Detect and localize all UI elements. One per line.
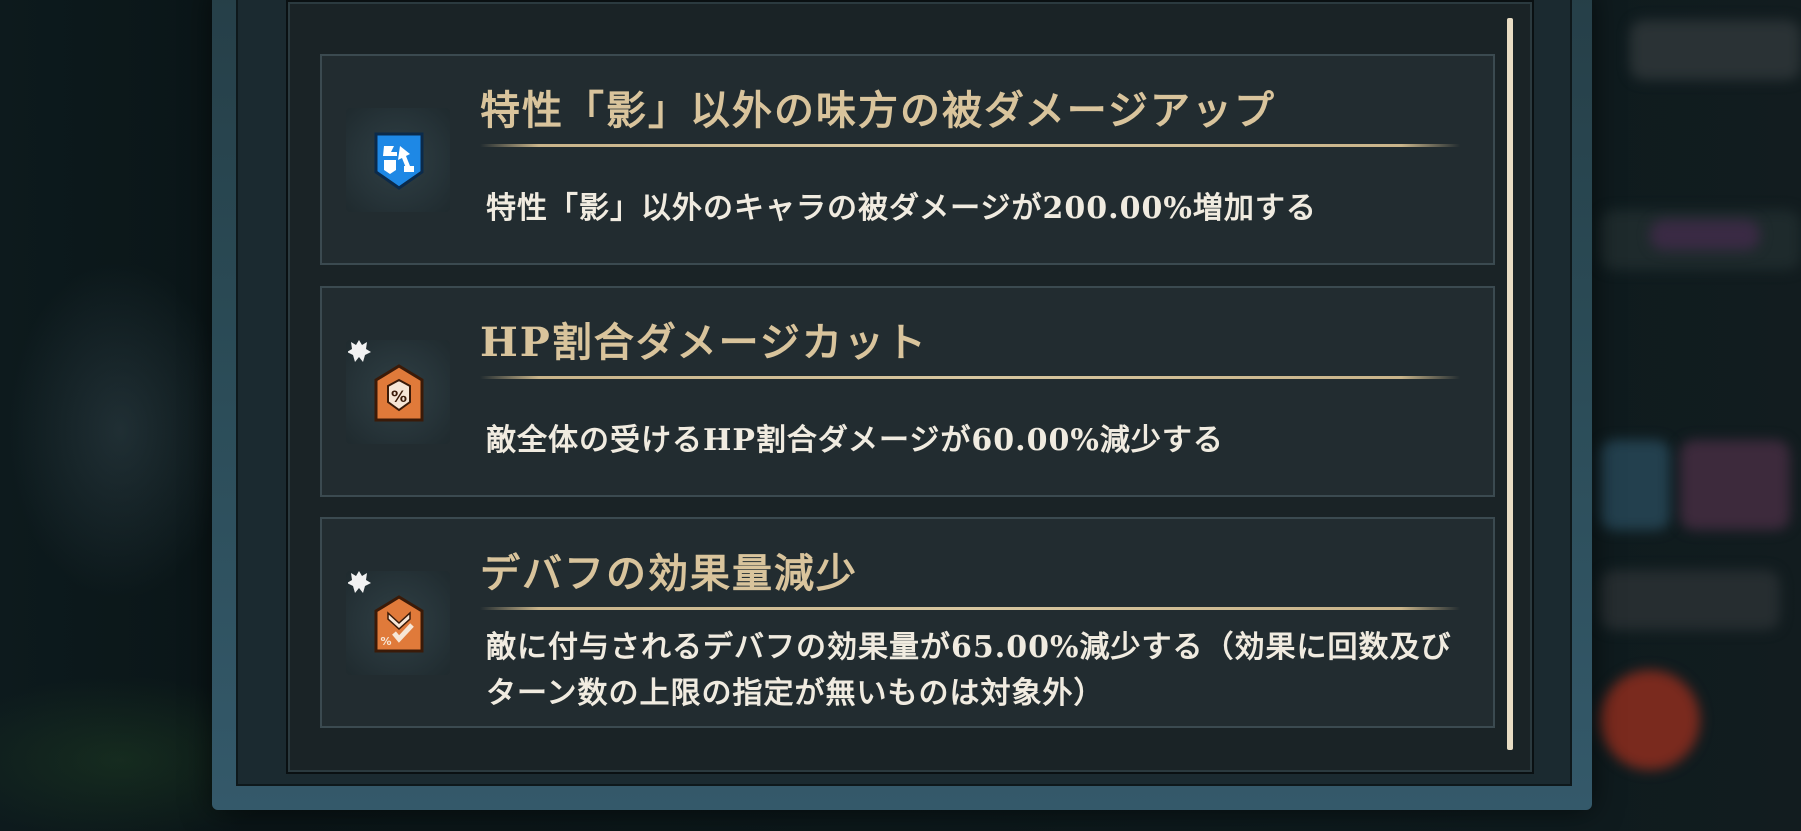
blurred-ui-element bbox=[1600, 570, 1780, 630]
effect-icon-tile: % bbox=[346, 571, 450, 675]
blurred-ui-element bbox=[1680, 440, 1790, 530]
scrollbar[interactable] bbox=[1507, 18, 1513, 750]
title-divider bbox=[480, 376, 1460, 379]
effect-title: デバフの効果量減少 bbox=[480, 550, 858, 597]
blurred-ui-element bbox=[1650, 220, 1760, 250]
svg-text:%: % bbox=[391, 387, 407, 406]
effect-card: % デバフの効果量減少 敵に付与されるデバフの効果量が65.00%減少する（効果… bbox=[320, 517, 1495, 728]
effect-card: 特性「影」以外の味方の被ダメージアップ 特性「影」以外のキャラの被ダメージが20… bbox=[320, 54, 1495, 265]
blurred-ui-element bbox=[1630, 20, 1801, 80]
effect-card: % HP割合ダメージカット 敵全体の受けるHP割合ダメージが60.00%減少する bbox=[320, 286, 1495, 497]
debuff-reduce-icon: % bbox=[374, 595, 424, 653]
blurred-ui-element bbox=[1600, 440, 1670, 530]
effect-title: 特性「影」以外の味方の被ダメージアップ bbox=[480, 87, 1276, 134]
effect-description: 敵全体の受けるHP割合ダメージが60.00%減少する bbox=[486, 423, 1224, 458]
blurred-ui-element bbox=[1600, 670, 1700, 770]
enemy-claw-icon bbox=[348, 340, 371, 362]
effect-title: HP割合ダメージカット bbox=[480, 319, 928, 366]
effect-description: 敵に付与されるデバフの効果量が65.00%減少する（効果に回数及びターン数の上限… bbox=[486, 630, 1452, 711]
effect-icon-tile bbox=[346, 108, 450, 212]
title-divider bbox=[480, 607, 1460, 610]
title-divider bbox=[480, 144, 1460, 147]
effect-icon-tile: % bbox=[346, 340, 450, 444]
effect-description: 特性「影」以外のキャラの被ダメージが200.00%増加する bbox=[486, 191, 1317, 226]
enemy-claw-icon bbox=[348, 571, 371, 593]
shadow-damage-up-icon bbox=[374, 132, 424, 190]
svg-text:%: % bbox=[380, 635, 391, 648]
percent-shield-icon: % bbox=[374, 364, 424, 422]
